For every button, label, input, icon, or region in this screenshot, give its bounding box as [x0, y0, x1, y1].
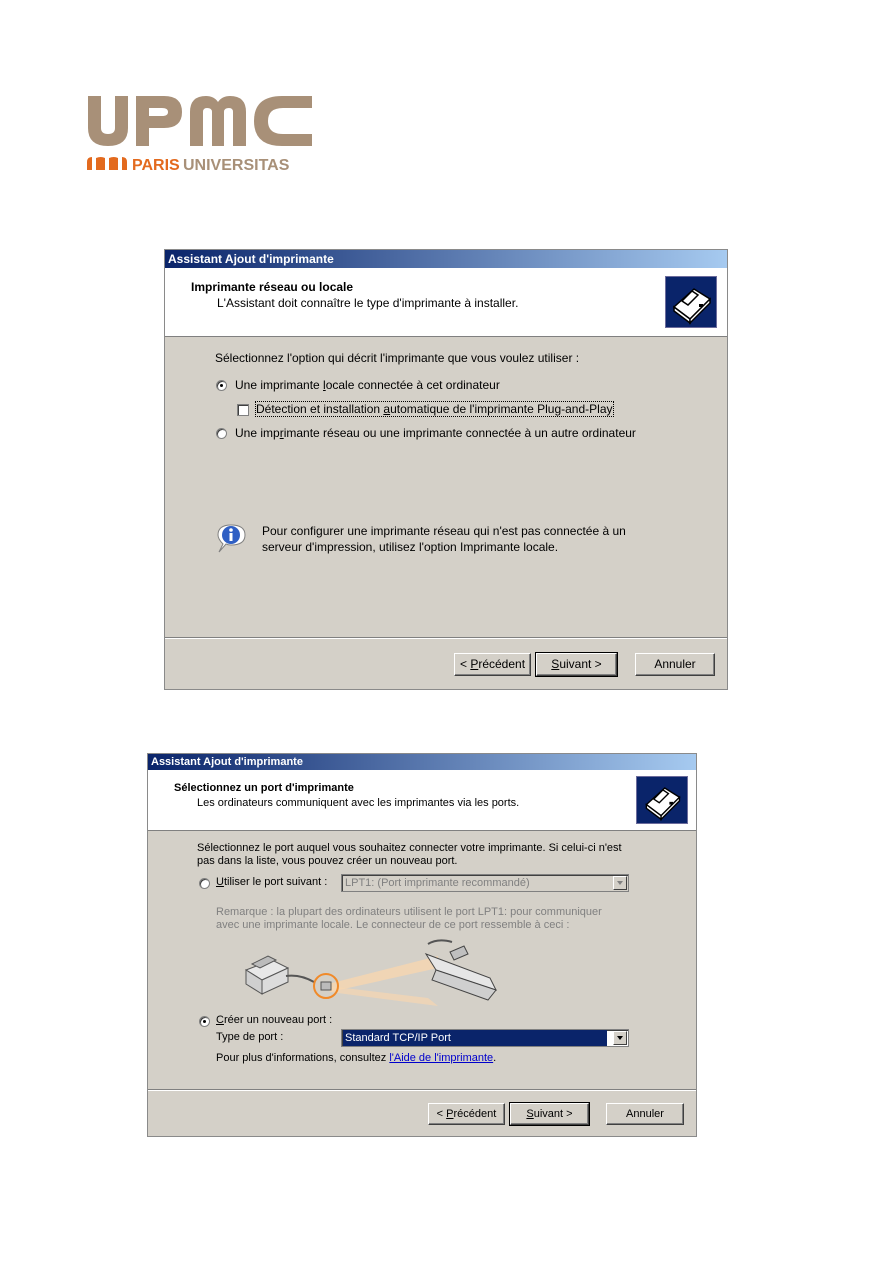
wizard-header: Sélectionnez un port d'imprimante Les or… [148, 770, 696, 831]
checkbox-plug-and-play-label[interactable]: Détection et installation automatique de… [255, 401, 614, 417]
info-text-line1: Pour configurer une imprimante réseau qu… [262, 524, 626, 538]
next-button[interactable]: Suivant > [509, 1102, 590, 1126]
radio-local-printer-label[interactable]: Une imprimante locale connectée à cet or… [235, 378, 500, 392]
more-info-text: Pour plus d'informations, consultez l'Ai… [216, 1052, 497, 1064]
prompt-line1: Sélectionnez le port auquel vous souhait… [197, 842, 622, 854]
logo-line1: PARIS [132, 157, 180, 174]
radio-create-new-port[interactable] [199, 1016, 210, 1027]
logo-line2: UNIVERSITAS [183, 157, 290, 174]
note-line2: avec une imprimante locale. Le connecteu… [216, 919, 570, 931]
info-icon [215, 522, 249, 556]
radio-network-printer[interactable] [216, 428, 227, 439]
radio-local-printer[interactable] [216, 380, 227, 391]
existing-port-select[interactable]: LPT1: (Port imprimante recommandé) [341, 874, 629, 892]
prompt-text: Sélectionnez l'option qui décrit l'impri… [215, 351, 580, 365]
header-title: Sélectionnez un port d'imprimante [174, 782, 354, 794]
port-type-label: Type de port : [216, 1031, 284, 1043]
lpt-connector-illustration [238, 934, 508, 1012]
dropdown-arrow-icon[interactable] [613, 1031, 627, 1045]
header-subtitle: L'Assistant doit connaître le type d'imp… [217, 296, 519, 310]
upmc-logo: PARIS UNIVERSITAS [84, 92, 316, 174]
back-button[interactable]: < Précédent [428, 1103, 505, 1125]
header-title: Imprimante réseau ou locale [191, 280, 354, 294]
radio-use-existing-port-label[interactable]: Utiliser le port suivant : [216, 876, 327, 888]
footer-separator [148, 1089, 696, 1091]
radio-network-printer-label[interactable]: Une imprimante réseau ou une imprimante … [235, 426, 636, 440]
back-button[interactable]: < Précédent [454, 653, 531, 676]
add-printer-wizard-local-network: Assistant Ajout d'imprimante Imprimante … [164, 249, 728, 690]
window-title: Assistant Ajout d'imprimante [165, 250, 727, 268]
wizard-header: Imprimante réseau ou locale L'Assistant … [165, 268, 727, 337]
info-text-line2: serveur d'impression, utilisez l'option … [262, 540, 559, 554]
cancel-button[interactable]: Annuler [606, 1103, 684, 1125]
note-line1: Remarque : la plupart des ordinateurs ut… [216, 906, 602, 918]
radio-use-existing-port[interactable] [199, 878, 210, 889]
checkbox-plug-and-play[interactable] [237, 404, 249, 416]
radio-create-new-port-label[interactable]: Créer un nouveau port : [216, 1014, 332, 1026]
cancel-button[interactable]: Annuler [635, 653, 715, 676]
header-subtitle: Les ordinateurs communiquent avec les im… [197, 797, 520, 809]
next-button[interactable]: Suivant > [535, 652, 618, 677]
add-printer-wizard-select-port: Assistant Ajout d'imprimante Sélectionne… [147, 753, 697, 1137]
printer-wizard-icon [665, 276, 717, 328]
port-type-select[interactable]: Standard TCP/IP Port [341, 1029, 629, 1047]
printer-help-link[interactable]: l'Aide de l'imprimante [389, 1052, 493, 1064]
footer-separator [165, 637, 727, 639]
window-title: Assistant Ajout d'imprimante [148, 754, 696, 770]
prompt-line2: pas dans la liste, vous pouvez créer un … [197, 855, 458, 867]
dropdown-arrow-icon[interactable] [613, 876, 627, 890]
printer-wizard-icon [636, 776, 688, 824]
